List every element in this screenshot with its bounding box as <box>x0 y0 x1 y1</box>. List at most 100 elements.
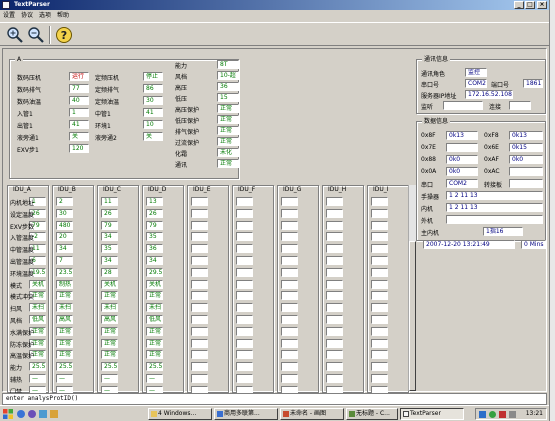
idu-value-box <box>191 350 208 360</box>
quick-launch-folder-icon[interactable] <box>50 410 58 418</box>
idu-value-box <box>326 279 343 289</box>
toolbar: ? <box>0 22 549 46</box>
comm-port-value[interactable]: COM2 <box>465 79 487 88</box>
tray-icon[interactable] <box>479 411 486 418</box>
menu-protocol[interactable]: 协议 <box>18 10 36 21</box>
idu-value-box: 未扫 <box>146 303 163 313</box>
toolbar-separator <box>49 26 51 44</box>
idu-value-box: 高风 <box>56 315 73 324</box>
data-reg-label: 0x7E <box>421 144 436 151</box>
quick-launch-media-icon[interactable] <box>28 410 36 418</box>
serial-label: 串口 <box>421 182 434 189</box>
idu-value-box <box>371 244 388 254</box>
idu-value-box <box>236 220 253 230</box>
param-label: 排气保护 <box>175 129 200 136</box>
start-icon[interactable] <box>3 409 13 419</box>
param-value: 36 <box>217 82 239 91</box>
data-reg-value: 0k13 <box>509 131 543 140</box>
idu-row-label: 高温保护 <box>10 353 35 361</box>
taskbar-item-c[interactable]: 无标题 - C... <box>346 408 398 420</box>
idu-value-box: 未扫 <box>101 303 118 313</box>
comm-portnum-label: 端口号 <box>491 82 510 89</box>
param-value: 10-超 <box>217 71 239 80</box>
idu-value-box: — <box>56 374 73 383</box>
param-label: 液旁通1 <box>17 135 39 142</box>
scrollbar-thumb[interactable] <box>409 241 416 391</box>
taskbar-item-doc[interactable]: 商用多联第... <box>214 408 278 420</box>
application-window: TextParser _ □ × 设置 协议 选项 帮助 ? A 数码压机 运行… <box>0 0 555 421</box>
idu-value-box <box>281 279 298 289</box>
param-value: 15 <box>217 93 239 102</box>
menu-settings[interactable]: 设置 <box>0 10 18 21</box>
idu-value-box <box>371 291 388 301</box>
param-value: 1 <box>69 108 89 117</box>
idu-value-box: 28 <box>101 267 118 277</box>
clock[interactable]: 13:21 <box>526 410 543 418</box>
taskbar-item-paint[interactable]: 未命名 - 画图 <box>280 408 344 420</box>
help-icon[interactable]: ? <box>55 26 73 44</box>
close-button[interactable]: × <box>537 1 547 9</box>
idu-value-box <box>281 220 298 230</box>
listen-field[interactable] <box>443 101 483 110</box>
taskbar-item-windows[interactable]: 4 Windows... <box>148 408 212 420</box>
idu-value-box <box>191 315 208 324</box>
minimize-button[interactable]: _ <box>514 1 524 9</box>
idu-column-header: IDU_F <box>238 186 256 193</box>
idu-column-header: IDU_D <box>148 186 167 193</box>
idu-value-box <box>236 267 253 277</box>
app-icon <box>2 1 10 9</box>
idu-value-box <box>191 232 208 242</box>
idu-value-box <box>236 244 253 254</box>
comm-server-value[interactable]: 172.16.52.108 <box>465 90 513 99</box>
outer-label: 外机 <box>421 218 434 225</box>
idu-value-box <box>371 267 388 277</box>
idu-row-label: 水满保护 <box>10 329 35 337</box>
quick-launch-desktop-icon[interactable] <box>39 410 47 418</box>
inner-value: 1 2 11 13 <box>446 203 543 212</box>
tray-icon[interactable] <box>499 411 506 418</box>
comm-role-value[interactable]: 监控 <box>465 68 487 77</box>
zoom-in-icon[interactable] <box>6 26 24 44</box>
idu-value-box <box>236 291 253 301</box>
tray-icon[interactable] <box>489 411 496 418</box>
idu-value-box: 低风 <box>146 315 163 324</box>
data-reg-value: 0k0 <box>446 167 478 176</box>
idu-value-box <box>191 362 208 372</box>
idu-value-box: 关机 <box>101 279 118 289</box>
idu-value-box: 34 <box>101 232 118 242</box>
comm-portnum-value[interactable]: 1861 <box>523 79 543 88</box>
command-line[interactable]: enter analysProtID() <box>2 393 547 405</box>
idu-value-box <box>281 232 298 242</box>
idu-value-box <box>326 303 343 313</box>
volume-icon[interactable] <box>509 411 516 418</box>
idu-value-box: 正常 <box>101 326 118 336</box>
idu-value-box <box>281 267 298 277</box>
idu-row-label: 环境温度 <box>10 270 35 278</box>
comm-port-label: 串口号 <box>421 82 440 89</box>
title-bar: TextParser _ □ × <box>0 0 549 10</box>
param-value: 41 <box>69 120 89 129</box>
quick-launch-browser-icon[interactable] <box>17 410 25 418</box>
system-tray: 13:21 <box>475 408 547 420</box>
idu-value-box <box>236 279 253 289</box>
idu-value-box: 20 <box>56 232 73 242</box>
connect-field[interactable] <box>509 101 531 110</box>
idu-scrollbar[interactable] <box>408 185 416 391</box>
maximize-button[interactable]: □ <box>525 1 535 9</box>
param-value: 正常 <box>217 104 239 113</box>
zoom-out-icon[interactable] <box>27 26 45 44</box>
data-info-caption: 数据信息 <box>422 118 451 125</box>
param-value: 正常 <box>217 126 239 135</box>
taskbar-item-textparser[interactable]: TextParser <box>400 408 464 420</box>
idu-value-box <box>191 303 208 313</box>
idu-value-box <box>236 350 253 360</box>
idu-value-box <box>236 326 253 336</box>
param-label: 入管1 <box>17 111 33 118</box>
comm-server-label: 服务器IP地址 <box>421 93 457 100</box>
param-value: 停止 <box>143 72 163 81</box>
mins-display: 0 Mins <box>521 240 546 249</box>
param-label: 定频油温 <box>95 99 120 106</box>
idu-row-label: 模式 <box>10 282 23 290</box>
menu-options[interactable]: 选项 <box>36 10 54 21</box>
menu-help[interactable]: 帮助 <box>54 10 72 21</box>
